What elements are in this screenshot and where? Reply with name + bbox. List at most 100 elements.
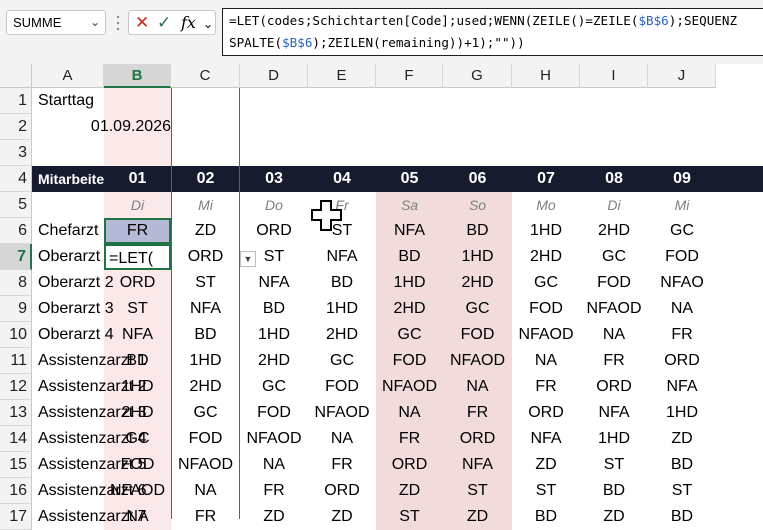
shift-cell[interactable]: NFAOD <box>443 348 512 374</box>
shift-cell[interactable]: FR <box>171 504 240 530</box>
shift-cell[interactable]: NFAOD <box>376 374 443 400</box>
shift-cell[interactable]: GC <box>443 296 512 322</box>
row-header-14[interactable]: 14 <box>0 426 32 452</box>
shift-cell[interactable]: NA <box>104 504 171 530</box>
shift-cell[interactable]: BD <box>240 296 308 322</box>
shift-cell[interactable]: BD <box>308 270 376 296</box>
shift-cell[interactable]: NA <box>171 478 240 504</box>
shift-cell[interactable]: 1HD <box>580 426 648 452</box>
row-header-3[interactable]: 3 <box>0 140 32 166</box>
shift-cell[interactable]: GC <box>240 374 308 400</box>
shift-cell[interactable]: NFAO <box>648 270 716 296</box>
drag-handle[interactable] <box>116 14 120 32</box>
shift-cell[interactable]: FOD <box>104 452 171 478</box>
row-header-1[interactable]: 1 <box>0 88 32 114</box>
row-header-16[interactable]: 16 <box>0 478 32 504</box>
row-header-9[interactable]: 9 <box>0 296 32 322</box>
formula-input[interactable]: =LET(codes;Schichtarten[Code];used;WENN(… <box>222 8 763 56</box>
shift-cell[interactable]: NA <box>308 426 376 452</box>
shift-cell[interactable]: ORD <box>580 374 648 400</box>
shift-cell[interactable]: NFAOD <box>580 296 648 322</box>
shift-cell[interactable]: 1HD <box>512 218 580 244</box>
shift-cell[interactable]: NA <box>512 348 580 374</box>
row-header-7[interactable]: 7 <box>0 244 32 270</box>
fx-chevron-icon[interactable]: ⌄ <box>203 14 213 34</box>
shift-cell[interactable]: 1HD <box>443 244 512 270</box>
column-header-i[interactable]: I <box>580 64 648 88</box>
row-header-2[interactable]: 2 <box>0 114 32 140</box>
row-header-15[interactable]: 15 <box>0 452 32 478</box>
shift-cell[interactable]: ORD <box>171 244 240 270</box>
column-header-f[interactable]: F <box>376 64 443 88</box>
shift-cell[interactable]: FOD <box>580 270 648 296</box>
shift-cell[interactable]: BD <box>104 348 171 374</box>
shift-cell[interactable]: ST <box>104 296 171 322</box>
shift-cell[interactable]: FR <box>443 400 512 426</box>
row-header-10[interactable]: 10 <box>0 322 32 348</box>
editing-cell-b7[interactable]: =LET( <box>104 244 171 270</box>
shift-cell[interactable]: NFA <box>104 322 171 348</box>
shift-cell[interactable]: 2HD <box>376 296 443 322</box>
shift-cell[interactable]: 2HD <box>171 374 240 400</box>
shift-cell[interactable]: GC <box>648 218 716 244</box>
shift-cell[interactable]: ZD <box>308 504 376 530</box>
column-header-j[interactable]: J <box>648 64 716 88</box>
shift-cell[interactable]: FOD <box>308 374 376 400</box>
insert-function-icon[interactable]: fx <box>181 13 196 33</box>
shift-cell[interactable]: 1HD <box>376 270 443 296</box>
shift-cell[interactable]: 1HD <box>648 400 716 426</box>
shift-cell[interactable]: 1HD <box>308 296 376 322</box>
shift-cell[interactable]: ORD <box>648 348 716 374</box>
shift-cell[interactable]: FOD <box>171 426 240 452</box>
shift-cell[interactable]: NFAOD <box>240 426 308 452</box>
shift-cell[interactable]: ST <box>648 478 716 504</box>
shift-cell[interactable]: FOD <box>240 400 308 426</box>
shift-cell[interactable]: FOD <box>443 322 512 348</box>
shift-cell[interactable]: FR <box>648 322 716 348</box>
shift-cell[interactable]: GC <box>104 426 171 452</box>
shift-cell[interactable]: NA <box>580 322 648 348</box>
shift-cell[interactable]: BD <box>648 452 716 478</box>
shift-cell[interactable]: 1HD <box>171 348 240 374</box>
shift-cell[interactable]: 2HD <box>240 348 308 374</box>
selected-cell-b6[interactable]: FR <box>104 218 171 244</box>
column-header-a[interactable]: A <box>32 64 104 88</box>
shift-cell[interactable]: NFAOD <box>512 322 580 348</box>
shift-cell[interactable]: NFA <box>580 400 648 426</box>
column-header-e[interactable]: E <box>308 64 376 88</box>
autocomplete-dropdown-icon[interactable]: ▼ <box>240 251 256 267</box>
shift-cell[interactable]: BD <box>171 322 240 348</box>
row-header-11[interactable]: 11 <box>0 348 32 374</box>
shift-cell[interactable]: 1HD <box>240 322 308 348</box>
shift-cell[interactable]: NFAOD <box>104 478 171 504</box>
shift-cell[interactable]: BD <box>580 478 648 504</box>
shift-cell[interactable]: FR <box>376 426 443 452</box>
shift-cell[interactable]: NFAOD <box>308 400 376 426</box>
column-header-h[interactable]: H <box>512 64 580 88</box>
shift-cell[interactable]: ZD <box>171 218 240 244</box>
select-all-corner[interactable] <box>0 64 32 88</box>
shift-cell[interactable]: ORD <box>443 426 512 452</box>
shift-cell[interactable]: ORD <box>376 452 443 478</box>
shift-cell[interactable]: NFA <box>512 426 580 452</box>
shift-cell[interactable]: FR <box>240 478 308 504</box>
shift-cell[interactable]: NA <box>648 296 716 322</box>
shift-cell[interactable]: FOD <box>376 348 443 374</box>
shift-cell[interactable]: BD <box>512 504 580 530</box>
shift-cell[interactable]: BD <box>648 504 716 530</box>
shift-cell[interactable]: GC <box>580 244 648 270</box>
shift-cell[interactable]: FR <box>580 348 648 374</box>
row-header-8[interactable]: 8 <box>0 270 32 296</box>
shift-cell[interactable]: 1HD <box>104 374 171 400</box>
shift-cell[interactable]: NFA <box>240 270 308 296</box>
shift-cell[interactable]: ST <box>376 504 443 530</box>
row-header-6[interactable]: 6 <box>0 218 32 244</box>
column-header-g[interactable]: G <box>443 64 512 88</box>
shift-cell[interactable]: NA <box>443 374 512 400</box>
column-header-d[interactable]: D <box>240 64 308 88</box>
shift-cell[interactable]: NFA <box>171 296 240 322</box>
shift-cell[interactable]: NFA <box>648 374 716 400</box>
shift-cell[interactable]: ORD <box>240 218 308 244</box>
shift-cell[interactable]: BD <box>376 244 443 270</box>
shift-cell[interactable]: NA <box>240 452 308 478</box>
